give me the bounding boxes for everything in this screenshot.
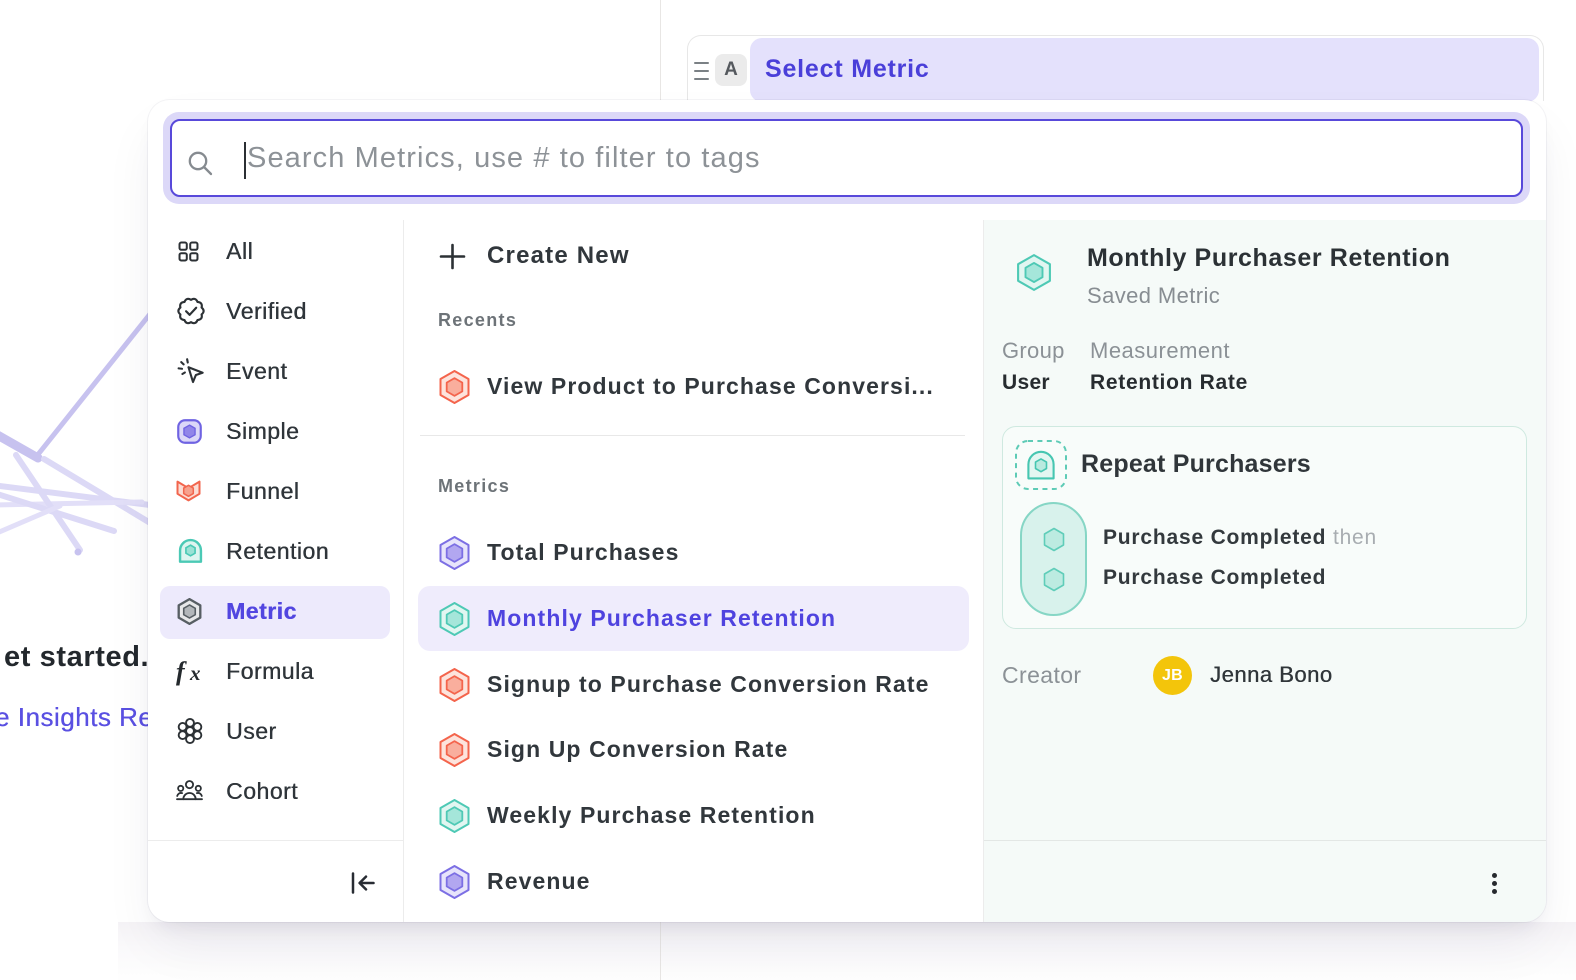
svg-text:f: f: [176, 657, 187, 686]
svg-text:x: x: [189, 661, 201, 685]
